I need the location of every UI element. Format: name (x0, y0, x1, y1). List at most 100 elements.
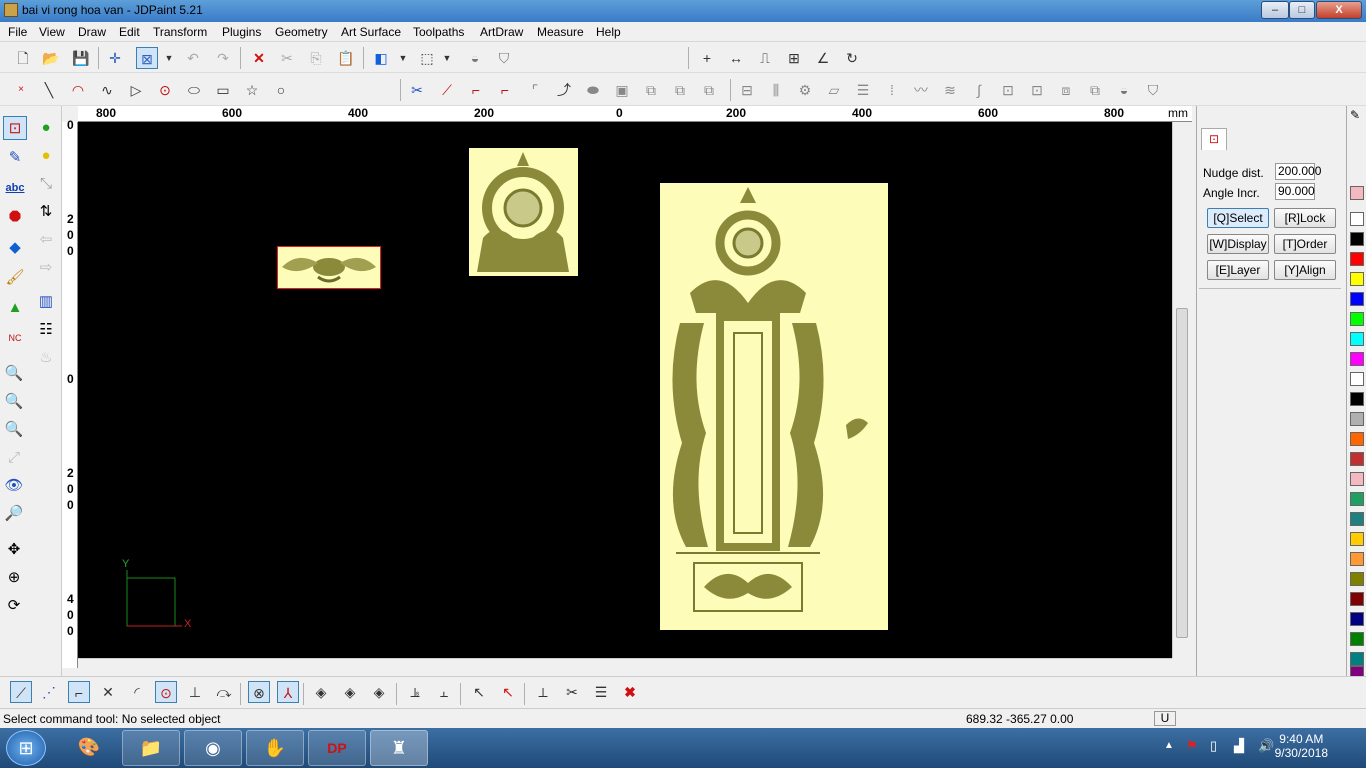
measure-icon[interactable]: ⟂ (532, 681, 554, 703)
relief-medallion-panel[interactable] (469, 148, 578, 276)
star-icon[interactable]: ☆ (241, 79, 263, 101)
zoom-icon[interactable]: ⊕ (2, 566, 26, 590)
color-swatch[interactable] (1350, 212, 1364, 226)
chevron-down-icon[interactable]: ▼ (392, 47, 414, 69)
color-swatch[interactable] (1350, 472, 1364, 486)
menu-art-surface[interactable]: Art Surface (341, 25, 401, 39)
order-button[interactable]: [T]Order (1274, 234, 1336, 254)
snap-endpoint-icon[interactable]: ⋰ (38, 681, 60, 703)
pen-icon[interactable]: ✎ (1350, 108, 1360, 122)
node-icon[interactable]: ⊡ (1026, 79, 1048, 101)
color-swatch[interactable] (1350, 432, 1364, 446)
minimize-button[interactable]: – (1261, 1, 1289, 19)
move-icon[interactable]: ⇅ (34, 200, 58, 224)
scroll-thumb[interactable] (1176, 308, 1188, 638)
menu-measure[interactable]: Measure (537, 25, 584, 39)
color-cube-icon[interactable]: ◧ (370, 47, 392, 69)
new-file-icon[interactable]: 🗋 (12, 47, 34, 69)
menu-geometry[interactable]: Geometry (275, 25, 328, 39)
menu-plugins[interactable]: Plugins (222, 25, 261, 39)
trim-icon[interactable]: ✂ (406, 79, 428, 101)
menu-view[interactable]: View (39, 25, 65, 39)
color-swatch[interactable] (1350, 312, 1364, 326)
gear-icon[interactable]: ⚙ (794, 79, 816, 101)
align-top-icon[interactable]: ⫠ (433, 681, 455, 703)
offset-icon[interactable]: ▣ (611, 79, 633, 101)
menu-edit[interactable]: Edit (119, 25, 140, 39)
align-button[interactable]: [Y]Align (1274, 260, 1336, 280)
group-icon[interactable]: ⧈ (1055, 79, 1077, 101)
left-arrow-icon[interactable]: ⇦ (34, 228, 58, 252)
circle-icon[interactable]: ○ (270, 79, 292, 101)
array-icon[interactable]: ⧉ (698, 79, 720, 101)
snap-tangent-icon[interactable]: ⤼ (213, 681, 235, 703)
color-swatch[interactable] (1350, 232, 1364, 246)
color-swatch[interactable] (1350, 652, 1364, 666)
curve-icon[interactable]: ∫ (968, 79, 990, 101)
vertical-scrollbar[interactable] (1172, 122, 1190, 658)
box-dimension-icon[interactable]: ⊞ (783, 47, 805, 69)
color-swatch[interactable] (1350, 186, 1364, 200)
color-swatch[interactable] (1350, 492, 1364, 506)
snap-arc-icon[interactable]: ◜ (126, 681, 148, 703)
maximize-button[interactable]: □ (1289, 1, 1315, 19)
bulb-icon[interactable]: ● (34, 116, 58, 140)
color-swatch[interactable] (1350, 272, 1364, 286)
right-arrow-icon[interactable]: ⇨ (34, 256, 58, 280)
distribute-icon[interactable]: ⫼ (765, 79, 787, 101)
chevron-down-icon[interactable]: ▼ (158, 47, 180, 69)
shade-icon[interactable]: ◒ (1113, 79, 1135, 101)
zoom-previous-icon[interactable]: ⤢ (2, 446, 26, 470)
relief-flower-panel[interactable] (277, 246, 381, 289)
panel-icon[interactable]: ▥ (34, 290, 58, 314)
chamfer-icon[interactable]: ⌐ (494, 79, 516, 101)
node-icon[interactable]: ⊡ (997, 79, 1019, 101)
polyline-icon[interactable]: ▷ (125, 79, 147, 101)
delete-icon[interactable]: ✖ (619, 681, 641, 703)
color-swatch[interactable] (1350, 532, 1364, 546)
fill-icon[interactable]: ◆ (3, 236, 27, 260)
color-swatch[interactable] (1350, 412, 1364, 426)
text-tool-icon[interactable]: abc (3, 176, 27, 200)
angle-increment-input[interactable]: 90.000 (1275, 183, 1315, 200)
spline-icon[interactable]: ∿ (96, 79, 118, 101)
lamp-icon[interactable]: ♨ (34, 346, 58, 370)
dp-app-icon[interactable]: DP (308, 730, 366, 766)
corner-icon[interactable]: ⌜ (524, 79, 546, 101)
align-bottom-icon[interactable]: ⫡ (404, 681, 426, 703)
start-button[interactable]: ⊞ (6, 730, 46, 766)
array-icon[interactable]: ⧉ (669, 79, 691, 101)
spring-icon[interactable]: ≋ (939, 79, 961, 101)
lock-button[interactable]: [R]Lock (1274, 208, 1336, 228)
color-swatch[interactable] (1350, 572, 1364, 586)
snap-intersection-icon[interactable]: ✕ (97, 681, 119, 703)
snap-line-icon[interactable]: ⟋ (10, 681, 32, 703)
bulb-icon[interactable]: ● (34, 144, 58, 168)
ungroup-icon[interactable]: ⧉ (1084, 79, 1106, 101)
fillet-icon[interactable]: ⌐ (465, 79, 487, 101)
snap-perpendicular-icon[interactable]: ⊥ (184, 681, 206, 703)
signal-icon[interactable]: ▟ (1234, 738, 1244, 754)
arc-icon[interactable]: ◠ (67, 79, 89, 101)
menu-artdraw[interactable]: ArtDraw (480, 25, 523, 39)
nudge-distance-input[interactable]: 200.000 (1275, 163, 1321, 180)
snap-grid-icon[interactable]: ⊗ (248, 681, 270, 703)
cut-icon[interactable]: ✂ (276, 47, 298, 69)
device-icon[interactable]: ▯ (1210, 738, 1217, 754)
rotate-icon[interactable]: ↻ (841, 47, 863, 69)
skew-icon[interactable]: ▱ (823, 79, 845, 101)
file-explorer-icon[interactable]: 📁 (122, 730, 180, 766)
rectangle-icon[interactable]: ▭ (212, 79, 234, 101)
menu-toolpaths[interactable]: Toolpaths (413, 25, 464, 39)
angle-icon[interactable]: ∠ (812, 47, 834, 69)
select-button[interactable]: [Q]Select (1207, 208, 1269, 228)
color-swatch[interactable] (1350, 392, 1364, 406)
view-cube-icon[interactable]: ⬚ (416, 47, 438, 69)
cursor-icon[interactable]: ⤡ (34, 172, 58, 196)
step-icon[interactable]: ⎍ (754, 47, 776, 69)
color-swatch[interactable] (1350, 632, 1364, 646)
color-swatch[interactable] (1350, 512, 1364, 526)
snap-circle-icon[interactable]: ⊙ (155, 681, 177, 703)
list-icon[interactable]: ☰ (590, 681, 612, 703)
eye-icon[interactable]: 👁 (2, 474, 26, 498)
